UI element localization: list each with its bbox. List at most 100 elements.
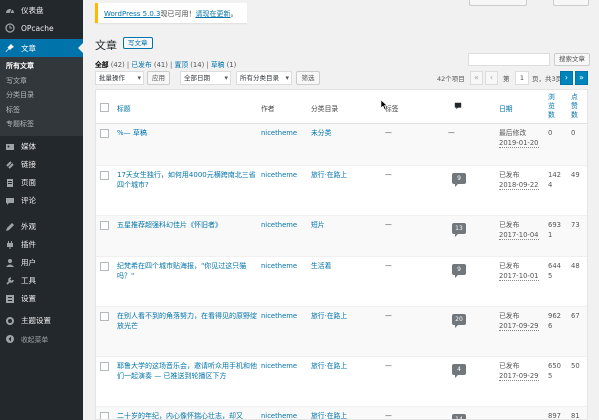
menu-users[interactable]: 用户: [0, 254, 83, 272]
comment-count-bubble[interactable]: 9: [452, 264, 466, 278]
row-checkbox[interactable]: [100, 412, 109, 419]
menu-theme-settings[interactable]: 主题设置: [0, 312, 83, 330]
user-icon: [5, 258, 15, 268]
menu-label: 仪表盘: [21, 5, 44, 15]
menu-tools[interactable]: 工具: [0, 272, 83, 290]
menu-links[interactable]: 链接: [0, 156, 83, 174]
filter-published-count: (41): [153, 61, 168, 69]
filter-all[interactable]: 全部: [95, 61, 109, 69]
opcache-icon: [5, 23, 15, 33]
search-button[interactable]: 搜索文章: [554, 53, 590, 66]
col-categories: 分类目录: [311, 105, 339, 113]
post-category-link[interactable]: 旅行·在路上: [311, 361, 347, 371]
next-page-button[interactable]: ›: [560, 71, 573, 85]
comments-col-icon[interactable]: [454, 102, 462, 110]
col-date[interactable]: 日期: [499, 103, 513, 113]
comment-count-bubble[interactable]: 4: [452, 364, 466, 378]
select-all-checkbox[interactable]: [100, 103, 109, 112]
media-icon: [5, 142, 15, 152]
menu-collapse[interactable]: 收起菜单: [0, 330, 83, 348]
bulk-actions-select[interactable]: 批量操作: [95, 71, 144, 85]
category-filter-select[interactable]: 所有分类目录: [236, 71, 292, 85]
theme-settings-icon: [5, 316, 15, 326]
screen-options-button[interactable]: [469, 0, 527, 6]
row-checkbox[interactable]: [100, 312, 109, 321]
filter-published[interactable]: 已发布: [131, 61, 151, 69]
menu-posts[interactable]: 文章: [0, 39, 83, 57]
add-new-button[interactable]: 写文章: [123, 37, 153, 49]
post-title-link[interactable]: 五星推荐超强科幻佳片《怀旧者》: [117, 220, 257, 230]
filter-drafts[interactable]: 草稿: [211, 61, 225, 69]
comment-count-bubble[interactable]: 20: [452, 314, 466, 328]
submenu-tags[interactable]: 标签: [0, 103, 83, 118]
comment-count-bubble[interactable]: 13: [452, 223, 466, 237]
last-page-button[interactable]: »: [575, 71, 588, 85]
submenu-topic-tags[interactable]: 专题标签: [0, 117, 83, 132]
menu-appearance[interactable]: 外观: [0, 218, 83, 236]
post-status: 最后修改: [499, 129, 527, 137]
row-checkbox[interactable]: [100, 171, 109, 180]
col-views[interactable]: 浏览数: [548, 93, 558, 120]
post-status: 已发布: [499, 171, 520, 179]
menu-label: 用户: [21, 258, 36, 267]
post-category-link[interactable]: 生活着: [311, 261, 331, 271]
post-author-link[interactable]: nicetheme: [261, 411, 297, 419]
menu-label: 设置: [21, 294, 36, 303]
col-likes[interactable]: 点赞数: [571, 93, 581, 120]
menu-comments[interactable]: 评论: [0, 192, 83, 210]
posts-submenu: 所有文章 写文章 分类目录 标签 专题标签: [0, 57, 83, 136]
post-category-link[interactable]: 旅行·在路上: [311, 411, 347, 419]
submenu-add-new[interactable]: 写文章: [0, 74, 83, 89]
table-row: %— 草稿 nicetheme 未分类 — — 最后修改 2019-01-20 0 0: [96, 124, 587, 166]
notice-update-link[interactable]: 请现在更新: [195, 10, 230, 18]
first-page-button[interactable]: «: [470, 71, 483, 85]
help-button[interactable]: [553, 0, 589, 6]
comment-count-bubble[interactable]: 9: [452, 173, 466, 187]
menu-plugins[interactable]: 插件: [0, 236, 83, 254]
post-title-link[interactable]: 纪梵希在四个城市贴海报，"你见过这只猫吗？": [117, 261, 257, 281]
post-title-link[interactable]: 在别人看不到的角落努力，在看得见的原野绽放光芒: [117, 311, 257, 331]
col-title[interactable]: 标题: [117, 103, 131, 113]
row-checkbox[interactable]: [100, 221, 109, 230]
menu-media[interactable]: 媒体: [0, 138, 83, 156]
prev-page-button[interactable]: ‹: [485, 71, 498, 85]
current-page-input[interactable]: 1: [515, 71, 529, 85]
post-title-link[interactable]: 二十岁的年纪，内心像怀揣心壮志，却又: [117, 411, 257, 419]
post-title-link[interactable]: %— 草稿: [117, 128, 257, 138]
filter-sticky[interactable]: 置顶: [175, 61, 189, 69]
post-author-link[interactable]: nicetheme: [261, 361, 297, 371]
post-tags: —: [385, 412, 392, 420]
row-checkbox[interactable]: [100, 362, 109, 371]
post-title-link[interactable]: 17天女生独行，如何用4000元横跨南北三省四个城市?: [117, 170, 257, 190]
collapse-icon: [5, 334, 15, 344]
submenu-categories[interactable]: 分类目录: [0, 88, 83, 103]
post-author-link[interactable]: nicetheme: [261, 220, 297, 230]
date-filter-select[interactable]: 全部日期: [180, 71, 231, 85]
post-category-link[interactable]: 未分类: [311, 128, 331, 138]
post-date-value: 2017-10-01: [499, 272, 539, 281]
menu-dashboard[interactable]: 仪表盘: [0, 1, 83, 19]
items-count: 42个项目: [437, 75, 465, 83]
filter-button[interactable]: 筛选: [296, 71, 320, 85]
menu-opcache[interactable]: OPcache: [0, 19, 83, 37]
post-author-link[interactable]: nicetheme: [261, 170, 297, 180]
comment-count-bubble[interactable]: 14: [452, 414, 466, 419]
submenu-all-posts[interactable]: 所有文章: [0, 59, 83, 74]
apply-button[interactable]: 应用: [147, 71, 170, 85]
post-category-link[interactable]: 旅行·在路上: [311, 170, 347, 180]
post-author-link[interactable]: nicetheme: [261, 261, 297, 271]
filter-sep: |: [206, 61, 209, 69]
menu-pages[interactable]: 页面: [0, 174, 83, 192]
menu-settings[interactable]: 设置: [0, 290, 83, 308]
notice-version-link[interactable]: WordPress 5.0.3: [104, 10, 160, 18]
post-views: 6505: [548, 362, 561, 380]
row-checkbox[interactable]: [100, 262, 109, 271]
search-input[interactable]: [468, 53, 550, 66]
post-author-link[interactable]: nicetheme: [261, 128, 297, 138]
post-category-link[interactable]: 旅行·在路上: [311, 311, 347, 321]
post-title-link[interactable]: 耶鲁大学的这场音乐会，邀请听众用手机和他们一起演奏 — 已推送到轮播区下方: [117, 361, 257, 381]
post-likes: 50: [571, 362, 580, 370]
post-category-link[interactable]: 短片: [311, 220, 325, 230]
post-author-link[interactable]: nicetheme: [261, 311, 297, 321]
row-checkbox[interactable]: [100, 129, 109, 138]
